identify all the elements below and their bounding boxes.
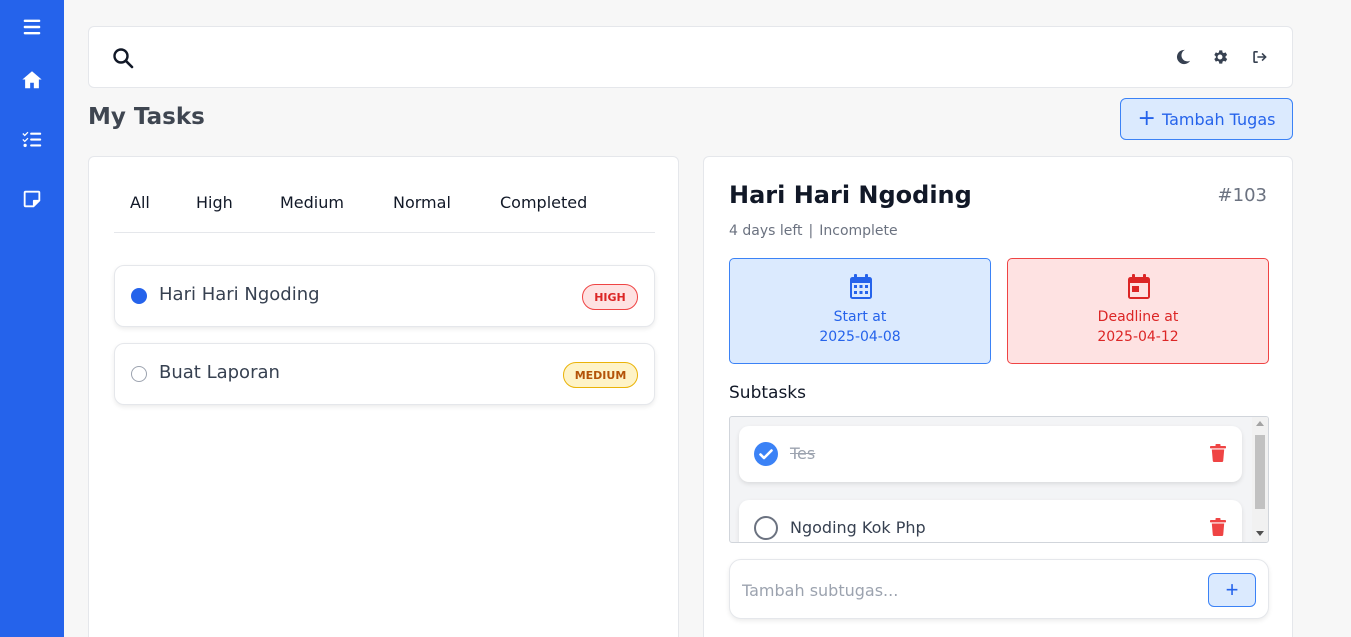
add-task-button[interactable]: + Tambah Tugas bbox=[1120, 98, 1293, 140]
add-subtask-bar: + bbox=[729, 559, 1269, 619]
subtask-checkbox[interactable] bbox=[754, 516, 778, 540]
tab-medium[interactable]: Medium bbox=[280, 193, 344, 212]
subtasks-heading: Subtasks bbox=[729, 383, 806, 403]
tab-completed[interactable]: Completed bbox=[500, 193, 587, 212]
scroll-thumb[interactable] bbox=[1255, 435, 1265, 509]
page-title: My Tasks bbox=[88, 104, 205, 130]
calendar-icon bbox=[850, 274, 872, 299]
menu-button[interactable] bbox=[16, 11, 48, 43]
task-card[interactable]: Hari Hari Ngoding HIGH bbox=[114, 265, 655, 327]
subtask-item: Ngoding Kok Php bbox=[739, 500, 1242, 542]
add-subtask-button[interactable]: + bbox=[1208, 573, 1256, 607]
subtask-list: Tes Ngoding Kok Php bbox=[729, 416, 1269, 543]
add-subtask-input[interactable] bbox=[742, 574, 1182, 606]
search-icon[interactable] bbox=[111, 46, 135, 70]
add-task-label: Tambah Tugas bbox=[1161, 109, 1276, 129]
task-name: Hari Hari Ngoding bbox=[159, 284, 320, 305]
logout-button[interactable] bbox=[1249, 46, 1271, 68]
moon-icon bbox=[1176, 49, 1191, 65]
subtask-scrollbar[interactable] bbox=[1252, 417, 1268, 542]
task-unselected-dot bbox=[131, 366, 147, 382]
sidebar-item-tasks[interactable] bbox=[16, 123, 48, 155]
start-label: Start at bbox=[833, 309, 887, 325]
scroll-down-arrow-icon[interactable] bbox=[1256, 531, 1264, 536]
menu-icon bbox=[23, 19, 41, 35]
priority-badge: MEDIUM bbox=[563, 362, 638, 388]
gear-icon bbox=[1214, 50, 1228, 64]
scroll-up-arrow-icon[interactable] bbox=[1256, 421, 1264, 426]
subtask-checkbox-checked[interactable] bbox=[754, 442, 778, 466]
deadline-date: 2025-04-12 bbox=[1097, 329, 1179, 345]
days-left: 4 days left bbox=[729, 223, 803, 239]
tab-all[interactable]: All bbox=[130, 193, 150, 212]
detail-title: Hari Hari Ngoding bbox=[729, 181, 972, 209]
theme-toggle-button[interactable] bbox=[1172, 46, 1194, 68]
top-bar bbox=[88, 26, 1293, 88]
tab-high[interactable]: High bbox=[196, 193, 233, 212]
calendar-deadline-icon bbox=[1128, 274, 1150, 299]
sidebar bbox=[0, 0, 64, 637]
deadline-label: Deadline at bbox=[1097, 309, 1179, 325]
delete-subtask-button[interactable] bbox=[1210, 518, 1226, 537]
task-id: #103 bbox=[1217, 185, 1267, 206]
priority-tabs: All High Medium Normal Completed bbox=[114, 187, 655, 233]
task-list-panel: All High Medium Normal Completed Hari Ha… bbox=[88, 156, 679, 637]
sidebar-item-home[interactable] bbox=[16, 64, 48, 96]
task-selected-dot bbox=[131, 288, 147, 304]
task-status: Incomplete bbox=[819, 223, 898, 239]
settings-button[interactable] bbox=[1209, 46, 1231, 68]
subtask-label: Ngoding Kok Php bbox=[790, 518, 926, 537]
task-name: Buat Laporan bbox=[159, 362, 280, 383]
search-input[interactable] bbox=[145, 41, 1045, 75]
priority-badge: HIGH bbox=[582, 284, 638, 310]
task-card[interactable]: Buat Laporan MEDIUM bbox=[114, 343, 655, 405]
task-detail-panel: Hari Hari Ngoding #103 4 days left | Incom… bbox=[703, 156, 1293, 637]
trash-icon bbox=[1210, 518, 1226, 537]
subtask-label: Tes bbox=[790, 444, 816, 463]
deadline-date-box: Deadline at 2025-04-12 bbox=[1007, 258, 1269, 364]
trash-icon bbox=[1210, 444, 1226, 463]
tab-normal[interactable]: Normal bbox=[393, 193, 451, 212]
start-date: 2025-04-08 bbox=[819, 329, 901, 345]
home-icon bbox=[22, 71, 42, 89]
start-date-box: Start at 2025-04-08 bbox=[729, 258, 991, 364]
logout-icon bbox=[1253, 51, 1267, 63]
plus-icon: + bbox=[1137, 106, 1156, 131]
check-icon bbox=[759, 449, 773, 460]
task-list-icon bbox=[22, 131, 42, 148]
delete-subtask-button[interactable] bbox=[1210, 444, 1226, 463]
meta-separator: | bbox=[808, 223, 814, 239]
sidebar-item-notes[interactable] bbox=[16, 183, 48, 215]
task-meta: 4 days left | Incomplete bbox=[729, 223, 898, 239]
subtask-item: Tes bbox=[739, 426, 1242, 482]
note-icon bbox=[23, 190, 41, 208]
